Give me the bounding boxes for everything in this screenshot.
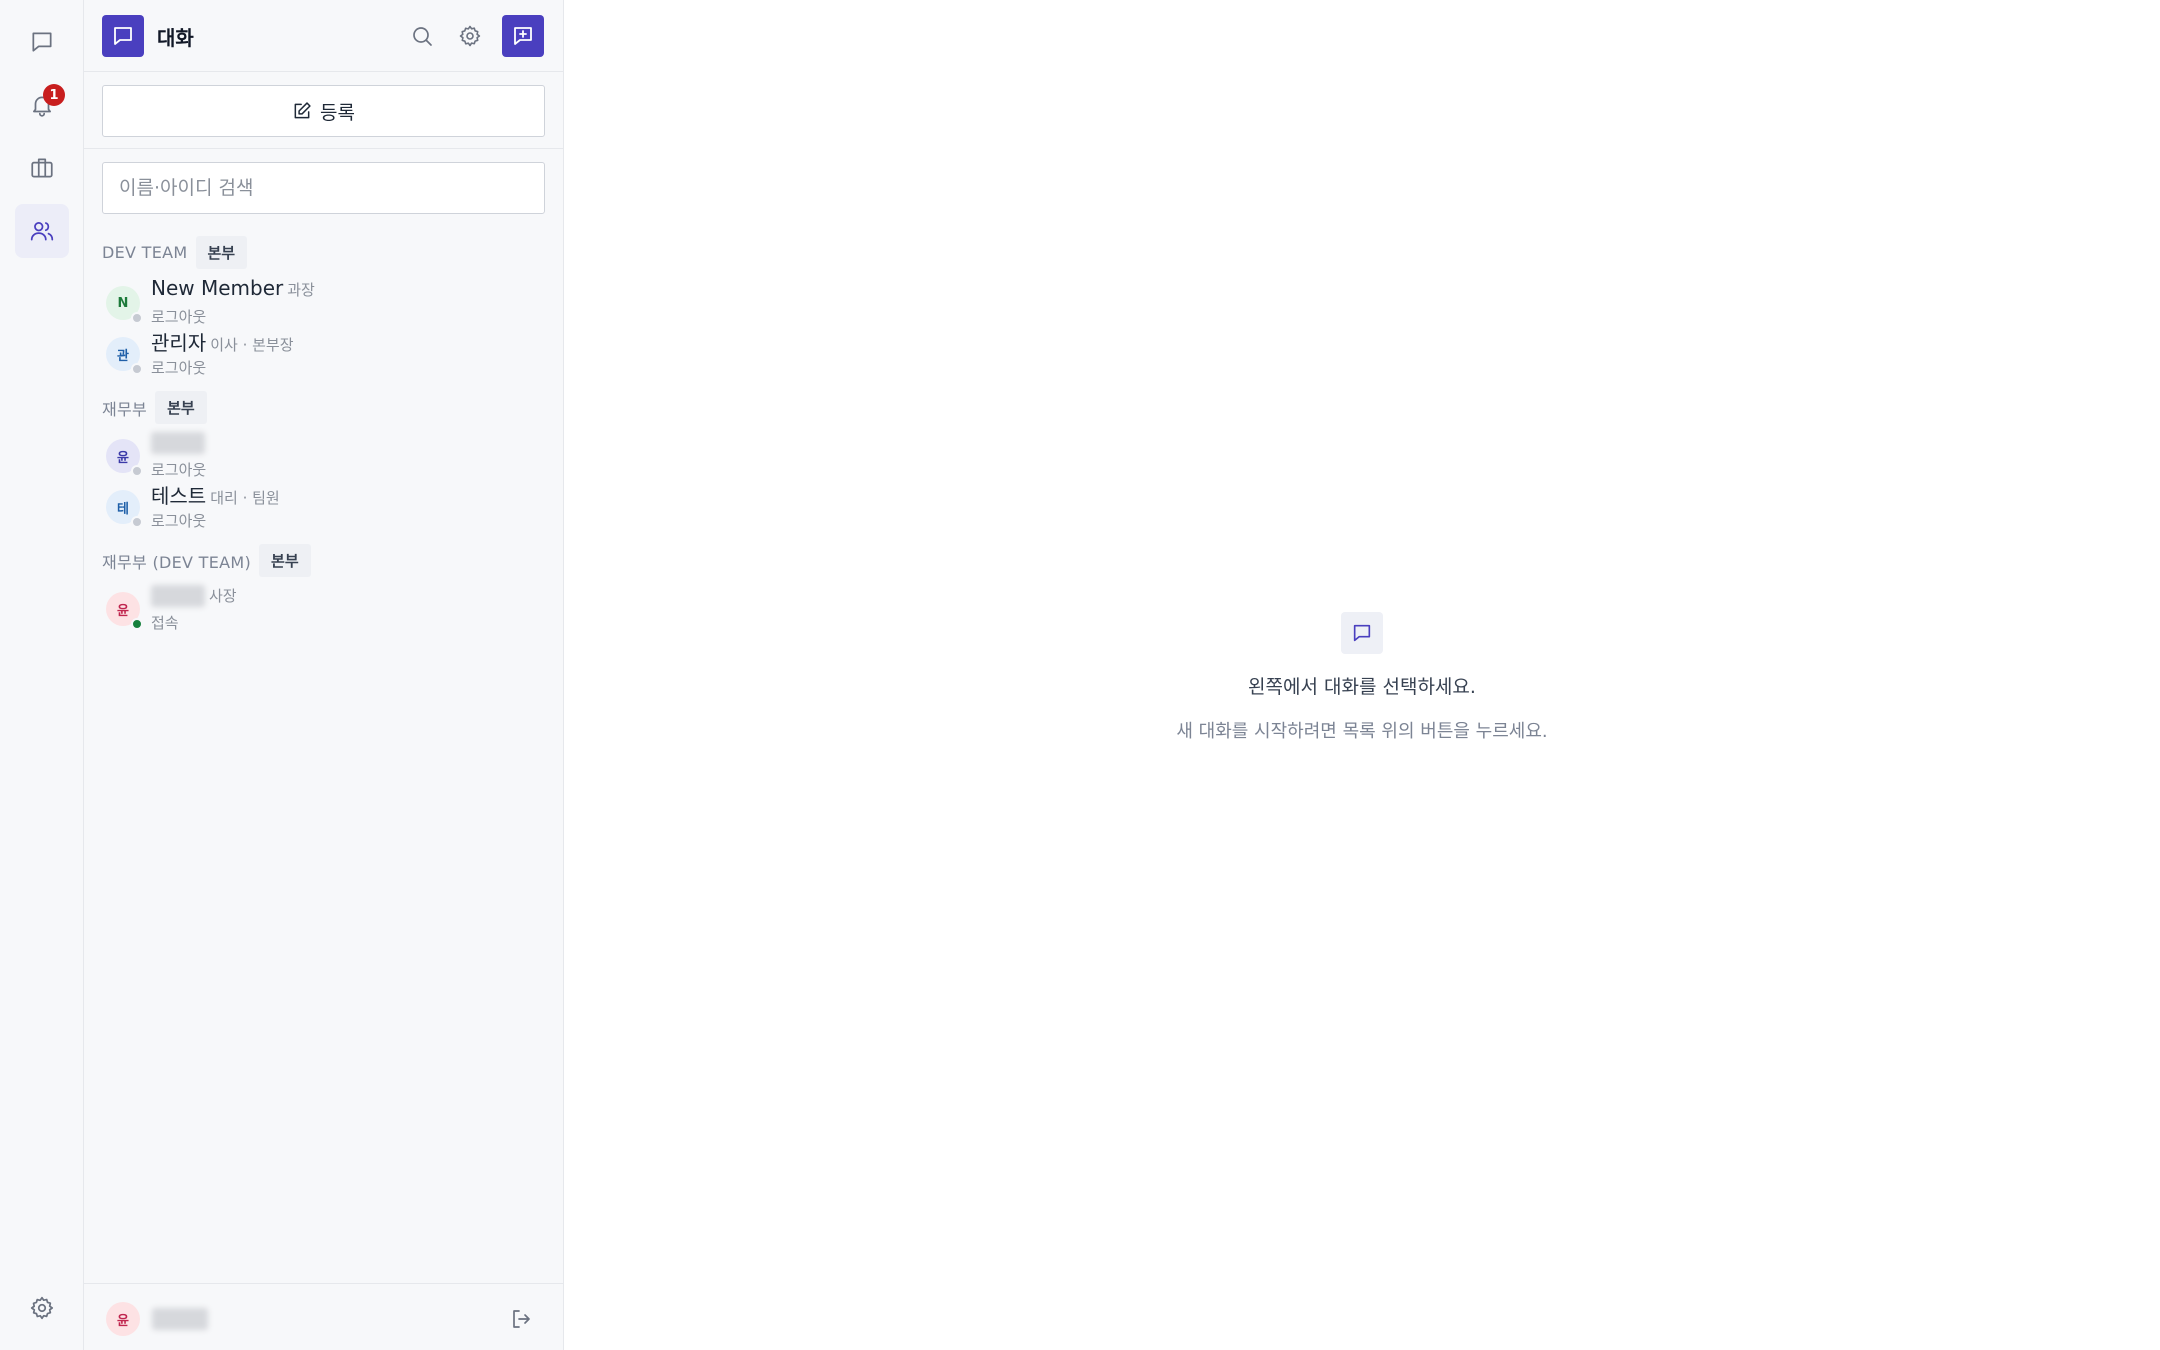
member-name: New Member bbox=[151, 276, 284, 300]
nav-notifications[interactable]: 1 bbox=[15, 78, 69, 132]
redacted-name bbox=[151, 584, 205, 607]
member-row[interactable]: N New Member 과장 로그아웃 bbox=[102, 276, 542, 326]
main-content: 왼쪽에서 대화를 선택하세요. 새 대화를 시작하려면 목록 위의 버튼을 누르… bbox=[564, 0, 2160, 1350]
current-user-avatar[interactable]: 윤 bbox=[106, 1302, 140, 1336]
member-name: 관리자 bbox=[151, 331, 207, 355]
group-header: 재무부 (DEV TEAM) 본부 bbox=[102, 544, 311, 577]
member-name: 테스트 bbox=[151, 484, 207, 508]
app-root: 1 대화 등록 이름·아이디 검색 DEV TEAM 본부 N New Memb… bbox=[0, 0, 2160, 1350]
group-name: 재무부 bbox=[102, 399, 148, 419]
member-name-line: New Member 과장 bbox=[151, 276, 315, 300]
status-dot bbox=[131, 516, 143, 528]
member-name-line: 테스트 대리 · 팀원 bbox=[151, 480, 280, 509]
group-tag: 본부 bbox=[259, 544, 311, 577]
nav-contacts[interactable] bbox=[15, 204, 69, 258]
member-name-line: 사장 bbox=[151, 582, 237, 607]
group-name: 재무부 (DEV TEAM) bbox=[102, 552, 252, 572]
new-chat-icon bbox=[514, 27, 532, 45]
new-conversation-button[interactable] bbox=[502, 15, 544, 57]
panel-title: 대화 bbox=[157, 26, 194, 50]
group-header: DEV TEAM 본부 bbox=[102, 236, 248, 269]
group-tag: 본부 bbox=[195, 236, 248, 269]
search-icon bbox=[413, 27, 432, 46]
users-icon bbox=[30, 222, 54, 241]
panel-footer: 윤 bbox=[84, 1283, 564, 1350]
chat-bubble-icon bbox=[114, 27, 132, 45]
member-meta: 대리 · 팀원 bbox=[210, 489, 280, 507]
nav-settings[interactable] bbox=[15, 1281, 69, 1335]
search-input[interactable] bbox=[102, 162, 545, 214]
status-dot bbox=[131, 312, 143, 324]
status-dot bbox=[131, 465, 143, 477]
current-user-name bbox=[152, 1308, 208, 1330]
chat-bubble-icon bbox=[1353, 624, 1371, 642]
gear-icon bbox=[459, 25, 481, 47]
empty-state: 왼쪽에서 대화를 선택하세요. 새 대화를 시작하려면 목록 위의 버튼을 누르… bbox=[564, 612, 2160, 743]
member-meta: 과장 bbox=[287, 281, 315, 299]
group-name: DEV TEAM bbox=[102, 243, 188, 262]
gear-icon bbox=[30, 1296, 54, 1320]
member-status: 접속 bbox=[151, 614, 179, 632]
nav-chat[interactable] bbox=[15, 15, 69, 69]
member-meta: 사장 bbox=[209, 587, 237, 605]
briefcase-icon bbox=[31, 158, 53, 178]
register-button[interactable]: 등록 bbox=[102, 85, 545, 137]
empty-state-icon bbox=[1341, 612, 1383, 654]
member-status: 로그아웃 bbox=[151, 359, 207, 377]
status-dot-online bbox=[131, 618, 143, 630]
logout-icon bbox=[513, 1310, 530, 1328]
panel-settings-button[interactable] bbox=[452, 18, 488, 54]
nav-work[interactable] bbox=[15, 141, 69, 195]
empty-state-subtitle: 새 대화를 시작하려면 목록 위의 버튼을 누르세요. bbox=[1176, 721, 1548, 742]
member-row[interactable]: 테 테스트 대리 · 팀원 로그아웃 bbox=[102, 480, 542, 530]
logout-button[interactable] bbox=[504, 1302, 538, 1336]
member-status: 로그아웃 bbox=[151, 308, 207, 326]
member-name-line bbox=[151, 429, 205, 454]
member-status: 로그아웃 bbox=[151, 461, 207, 479]
status-dot bbox=[131, 363, 143, 375]
register-area: 등록 bbox=[84, 72, 563, 149]
redacted-name bbox=[151, 431, 205, 454]
chat-bubble-icon bbox=[32, 32, 52, 52]
conversation-panel: 대화 등록 DEV TEAM 본부 N New Me bbox=[84, 0, 564, 1350]
member-status: 로그아웃 bbox=[151, 512, 207, 530]
member-meta: 이사 · 본부장 bbox=[210, 336, 294, 354]
panel-header: 대화 bbox=[84, 0, 563, 72]
search-button[interactable] bbox=[404, 18, 440, 54]
member-name-line: 관리자 이사 · 본부장 bbox=[151, 327, 294, 356]
member-row[interactable]: 윤 사장 접속 bbox=[102, 582, 542, 632]
group-tag: 본부 bbox=[155, 391, 207, 424]
notification-badge: 1 bbox=[43, 84, 65, 106]
empty-state-title: 왼쪽에서 대화를 선택하세요. bbox=[1248, 676, 1476, 698]
group-header: 재무부 본부 bbox=[102, 391, 207, 424]
member-row[interactable]: 관 관리자 이사 · 본부장 로그아웃 bbox=[102, 327, 542, 377]
app-logo bbox=[102, 15, 144, 57]
nav-rail: 1 bbox=[0, 0, 84, 1350]
register-label: 등록 bbox=[320, 101, 355, 124]
member-row[interactable]: 윤 로그아웃 bbox=[102, 429, 542, 479]
edit-icon bbox=[294, 102, 311, 119]
